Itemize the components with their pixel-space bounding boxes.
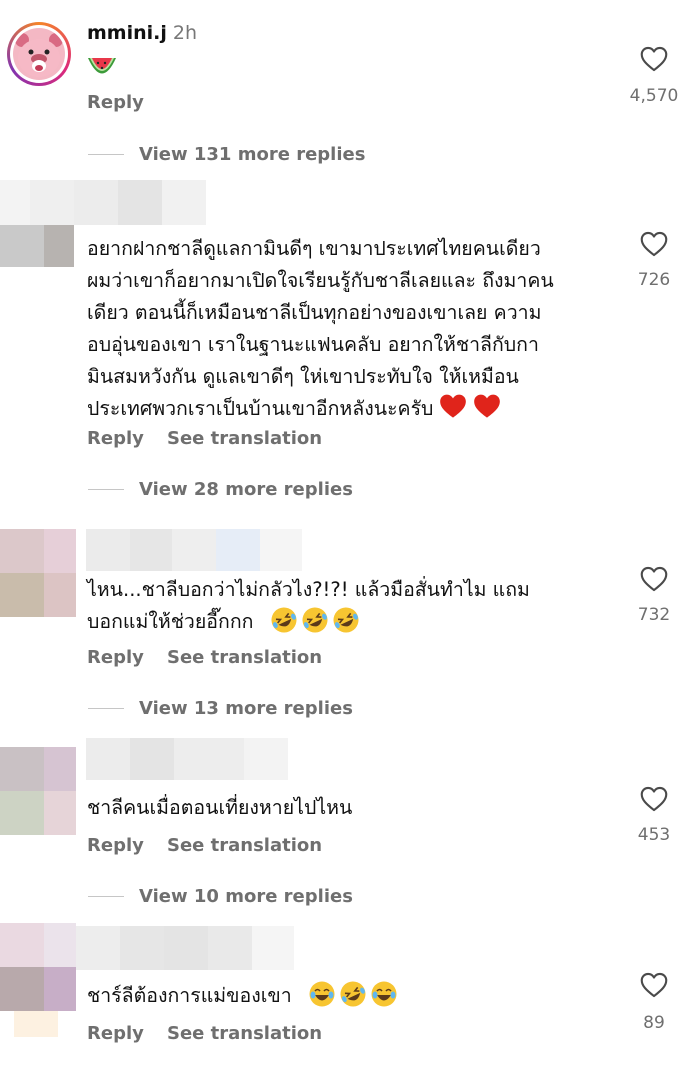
avatar[interactable] (0, 529, 80, 619)
rofl-emoji (333, 607, 359, 633)
see-translation-button[interactable]: See translation (167, 647, 322, 668)
redacted-username (76, 926, 294, 970)
divider (88, 707, 124, 709)
reply-button[interactable]: Reply (87, 835, 144, 856)
like-count: 4,570 (629, 86, 679, 106)
view-replies-label[interactable]: View 10 more replies (139, 886, 353, 907)
heart-outline-icon[interactable] (640, 231, 668, 257)
comment-line: ผมว่าเขาก็อยากมาเปิดใจเรียนรู้กับชาลีเลย… (87, 269, 554, 292)
comment-line-last: บอกแม่ให้ช่วยอี๊กกก (87, 606, 612, 638)
like-button[interactable] (640, 46, 668, 76)
like-count: 732 (637, 605, 671, 625)
rofl-emoji (302, 607, 328, 633)
like-button[interactable] (640, 566, 668, 596)
watermelon-emoji (88, 58, 116, 74)
avatar[interactable] (0, 747, 80, 837)
redacted-username (74, 180, 206, 225)
comment-line: ชาร์ลีต้องการแม่ของเขา (87, 984, 292, 1007)
comment-line: บอกแม่ให้ช่วยอี๊กกก (87, 610, 254, 633)
view-replies-button[interactable]: View 28 more replies (88, 477, 353, 501)
comment-text: ชาลีคนเมื่อตอนเที่ยงหายไปไหน (87, 792, 612, 824)
comment-line: ชาลีคนเมื่อตอนเที่ยงหายไปไหน (87, 796, 353, 819)
like-button[interactable] (640, 231, 668, 261)
divider (88, 488, 124, 490)
avatar[interactable] (0, 180, 80, 270)
like-button[interactable] (640, 972, 668, 1002)
reply-button[interactable]: Reply (87, 1023, 144, 1044)
like-count: 89 (643, 1013, 665, 1033)
like-button[interactable] (640, 786, 668, 816)
heart-outline-icon[interactable] (640, 786, 668, 812)
view-replies-button[interactable]: View 13 more replies (88, 696, 353, 720)
comment-line: เดียว ตอนนี้ก็เหมือนชาลีเป็นทุกอย่างของเ… (87, 301, 542, 324)
see-translation-button[interactable]: See translation (167, 835, 322, 856)
tears-of-joy-emoji (309, 981, 335, 1007)
comment-text: ไหน...ชาลีบอกว่าไม่กลัวไง?!?! แล้วมือสั่… (87, 574, 612, 638)
see-translation-button[interactable]: See translation (167, 428, 322, 449)
comment-line-last: ชาร์ลีต้องการแม่ของเขา (87, 980, 612, 1012)
heart-outline-icon[interactable] (640, 566, 668, 592)
username-text[interactable]: mmini.j (87, 22, 167, 44)
comment-line: มินสมหวังกัน ดูแลเขาดีๆ ให่เขาประทับใจ ใ… (87, 365, 519, 388)
tears-of-joy-emoji (371, 981, 397, 1007)
view-replies-button[interactable]: View 131 more replies (88, 142, 365, 166)
redacted-username (86, 738, 288, 780)
red-heart-emoji (474, 394, 501, 418)
avatar[interactable] (7, 22, 71, 86)
reply-button[interactable]: Reply (87, 428, 144, 449)
comment-line: ไหน...ชาลีบอกว่าไม่กลัวไง?!?! แล้วมือสั่… (87, 578, 530, 601)
comment-text: อยากฝากชาลีดูแลกามินดีๆ เขามาประเทศไทยคน… (87, 233, 612, 425)
comment-line: อยากฝากชาลีดูแลกามินดีๆ เขามาประเทศไทยคน… (87, 237, 541, 260)
comment-time: 2h (172, 22, 198, 44)
avatar[interactable] (0, 923, 80, 1043)
rofl-emoji (271, 607, 297, 633)
view-replies-label[interactable]: View 28 more replies (139, 479, 353, 500)
heart-outline-icon[interactable] (640, 972, 668, 998)
reply-button[interactable]: Reply (87, 647, 144, 668)
comment-username[interactable]: mmini.j 2h (87, 22, 197, 44)
red-heart-emoji (440, 394, 467, 418)
view-replies-button[interactable]: View 10 more replies (88, 884, 353, 908)
comment-text: ชาร์ลีต้องการแม่ของเขา (87, 980, 612, 1012)
like-count: 453 (637, 825, 671, 845)
comment-text (87, 55, 117, 83)
comment-line: อบอุ่นของเขา เราในฐานะแฟนคลับ อยากให้ชาล… (87, 333, 539, 356)
heart-outline-icon[interactable] (640, 46, 668, 72)
rofl-emoji (340, 981, 366, 1007)
reply-button[interactable]: Reply (87, 92, 144, 113)
comment-line-last: ประเทศพวกเราเป็นบ้านเขาอีกหลังนะครับ (87, 393, 612, 425)
comment-line: ประเทศพวกเราเป็นบ้านเขาอีกหลังนะครับ (87, 397, 434, 420)
view-replies-label[interactable]: View 13 more replies (139, 698, 353, 719)
divider (88, 895, 124, 897)
redacted-username (86, 529, 302, 571)
divider (88, 153, 124, 155)
see-translation-button[interactable]: See translation (167, 1023, 322, 1044)
like-count: 726 (637, 270, 671, 290)
view-replies-label[interactable]: View 131 more replies (139, 144, 365, 165)
